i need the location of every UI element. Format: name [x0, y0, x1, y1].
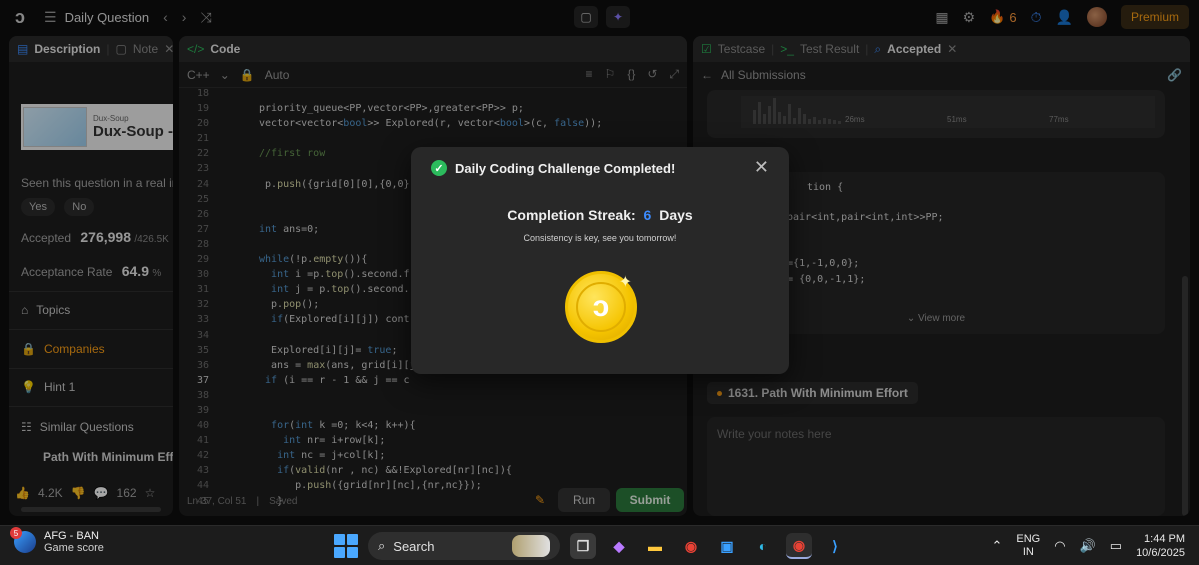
streak-label: Completion Streak: [507, 207, 636, 223]
daily-challenge-modal: ✓ Daily Coding Challenge Completed! ✕ Co… [411, 147, 789, 374]
language-line-1: ENG [1016, 533, 1041, 545]
chrome-icon[interactable]: ◉ [678, 533, 704, 559]
check-circle-icon: ✓ [431, 160, 447, 176]
language-indicator[interactable]: ENG IN [1016, 533, 1040, 559]
chevron-up-icon[interactable]: ⌃ [991, 538, 1002, 554]
completion-streak: Completion Streak: 6 Days [411, 207, 789, 223]
cricket-widget-icon: 5 [10, 527, 36, 553]
sparkle-icon: ✦ [618, 274, 632, 291]
leetcode-coin-icon: ↄ ✦ [565, 271, 637, 343]
widget-line-2: Game score [44, 542, 104, 554]
battery-icon[interactable]: ▭ [1110, 538, 1122, 554]
search-highlight-image [512, 535, 550, 557]
copilot-icon[interactable]: ◆ [606, 533, 632, 559]
notification-badge: 5 [10, 527, 22, 539]
language-line-2: IN [1022, 546, 1034, 558]
widget-line-1: AFG - BAN [44, 530, 100, 542]
streak-value: 6 [643, 207, 652, 223]
system-tray: ⌃ ENG IN ◠ 🔊 ▭ 1:44 PM 10/6/2025 [991, 532, 1185, 560]
clock[interactable]: 1:44 PM 10/6/2025 [1136, 532, 1185, 560]
modal-title: Daily Coding Challenge Completed! [455, 160, 676, 176]
vscode-icon[interactable]: ⟩ [822, 533, 848, 559]
modal-header: ✓ Daily Coding Challenge Completed! [431, 160, 675, 176]
leetcode-app: ↄ ☰ Daily Question ‹ › ⤨ ▢ ✦ ▦ ⚙ 🔥 6 ⏱ 👤… [0, 0, 1199, 525]
clock-time: 1:44 PM [1144, 533, 1185, 545]
taskbar-search[interactable]: ⌕ Search [368, 532, 560, 560]
windows-taskbar: 5 AFG - BAN Game score ⌕ Search ❐ ◆ ▬ ◉ … [0, 525, 1199, 565]
store-icon[interactable]: ▣ [714, 533, 740, 559]
widgets-button[interactable]: 5 AFG - BAN Game score [10, 527, 104, 554]
close-icon[interactable]: ✕ [754, 157, 769, 178]
clock-date: 10/6/2025 [1136, 547, 1185, 559]
search-icon: ⌕ [378, 538, 386, 553]
taskbar-apps: ⌕ Search ❐ ◆ ▬ ◉ ▣ ◐ ◉ ⟩ [334, 532, 848, 560]
volume-icon[interactable]: 🔊 [1080, 538, 1096, 554]
search-label: Search [393, 538, 435, 554]
chrome-active-icon[interactable]: ◉ [786, 533, 812, 559]
modal-subtitle: Consistency is key, see you tomorrow! [523, 233, 677, 243]
streak-unit: Days [659, 207, 693, 223]
wifi-icon[interactable]: ◠ [1054, 538, 1065, 554]
file-explorer-icon[interactable]: ▬ [642, 533, 668, 559]
windows-start-icon[interactable] [334, 534, 358, 558]
edge-icon[interactable]: ◐ [750, 533, 776, 559]
task-view-icon[interactable]: ❐ [570, 533, 596, 559]
widget-text: AFG - BAN Game score [44, 530, 104, 554]
